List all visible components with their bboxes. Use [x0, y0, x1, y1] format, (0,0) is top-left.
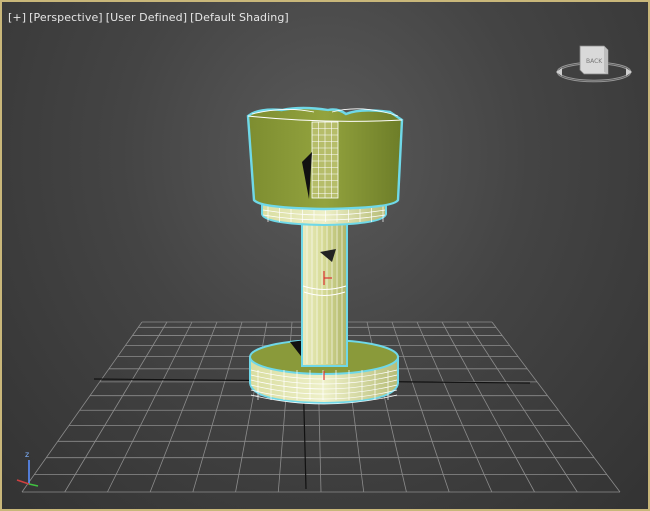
viewport-scene: BACK z	[16, 45, 632, 493]
viewcube-face-label[interactable]: BACK	[586, 58, 603, 65]
perspective-viewport[interactable]: [+] [Perspective] [User Defined] [Defaul…	[0, 0, 650, 511]
shaft[interactable]	[301, 217, 348, 367]
selected-object[interactable]	[246, 106, 404, 405]
axis-tripod-icon: z	[16, 450, 39, 487]
cap-head[interactable]	[246, 106, 404, 211]
axis-z-label: z	[25, 450, 29, 459]
viewcube[interactable]: BACK	[556, 45, 632, 83]
